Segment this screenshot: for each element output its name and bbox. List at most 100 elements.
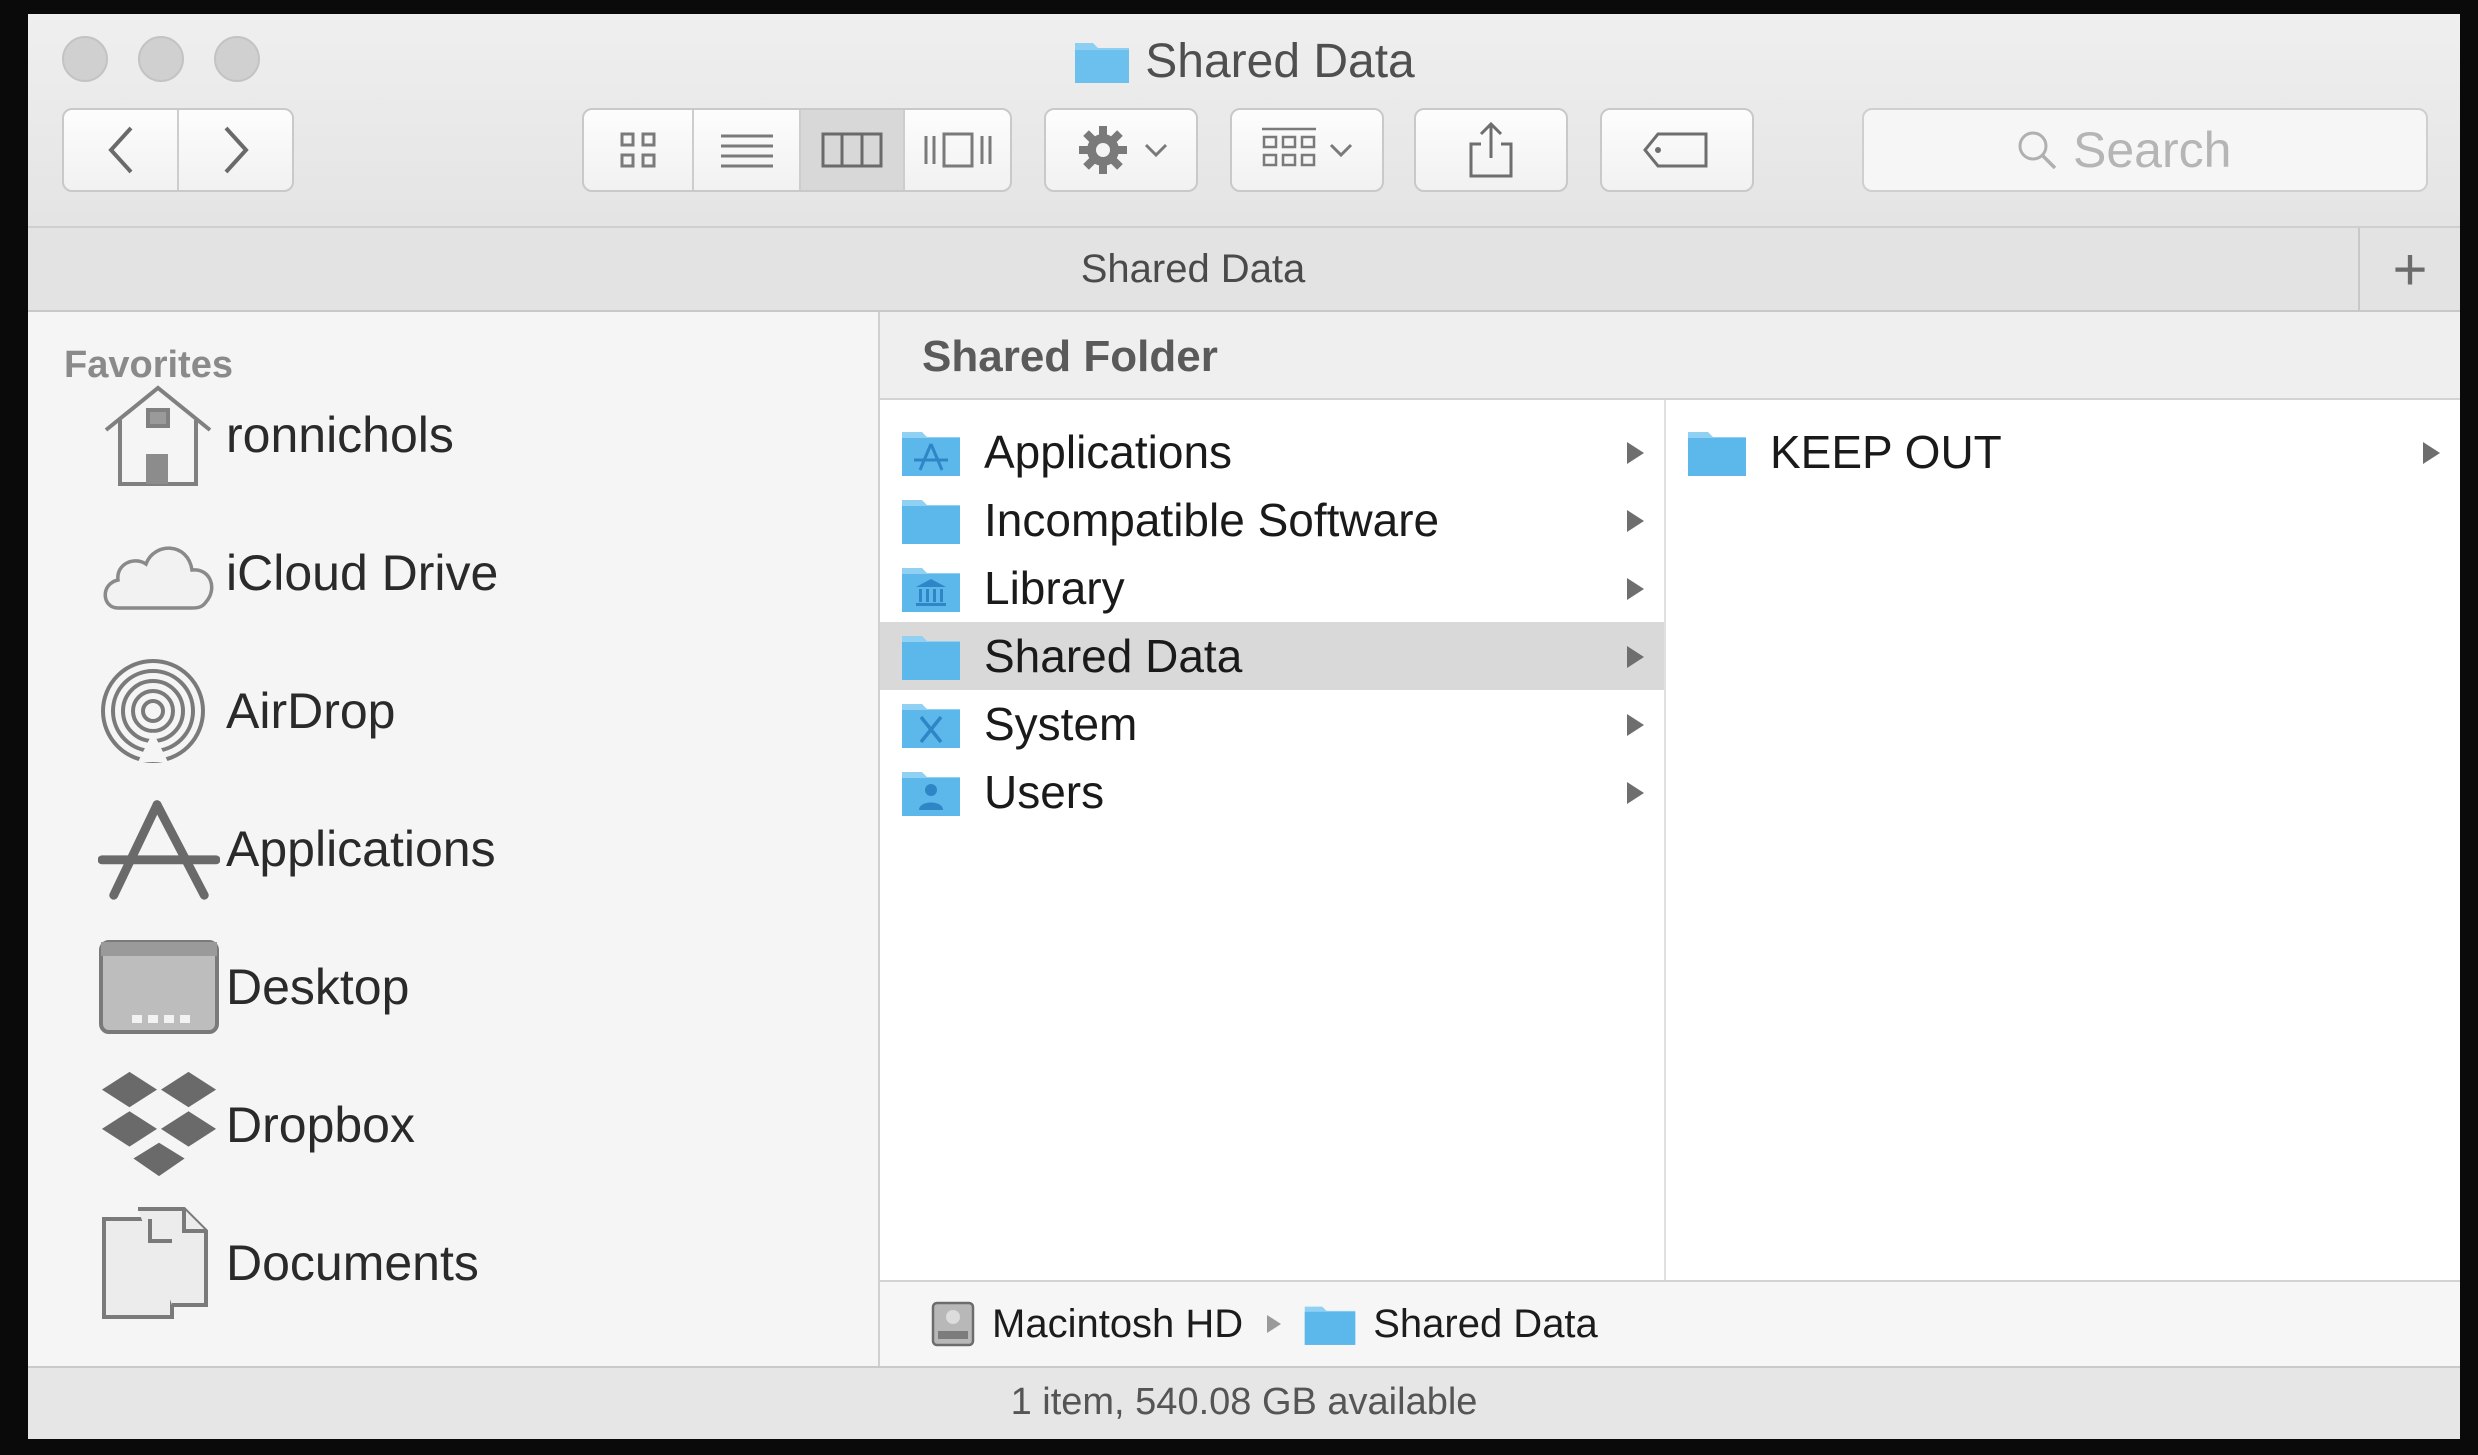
sidebar: Favorites ronnichols iCloud Drive AirDro… <box>28 312 880 1366</box>
library-folder-icon <box>902 568 960 612</box>
tag-button[interactable] <box>1600 108 1754 192</box>
gear-icon <box>1079 126 1127 174</box>
airdrop-icon <box>101 659 205 763</box>
tag-button-face <box>1602 110 1752 190</box>
system-folder-icon <box>902 704 960 748</box>
sidebar-item-label: iCloud Drive <box>226 545 499 601</box>
list-item-label: System <box>984 698 1138 750</box>
share-button-face <box>1416 110 1566 190</box>
folder-header-title: Shared Folder <box>922 332 1218 381</box>
search-icon <box>2018 131 2057 170</box>
arrange-button-face <box>1232 110 1382 190</box>
home-icon <box>104 385 212 486</box>
list-item[interactable]: Library <box>880 554 1664 622</box>
cover-flow-view-button[interactable] <box>905 110 1010 190</box>
list-item[interactable]: Shared Data <box>880 622 1664 690</box>
sidebar-item-dropbox[interactable]: Dropbox <box>98 1070 415 1180</box>
finder-window: Shared Data Search Shared Data + Favorit… <box>28 14 2460 1439</box>
nav-buttons <box>62 108 294 192</box>
list-view-button[interactable] <box>694 110 801 190</box>
sidebar-item-label: Applications <box>226 821 496 877</box>
users-folder-icon <box>902 772 960 816</box>
arrange-grid-icon <box>1262 127 1316 167</box>
disclosure-arrow-icon <box>1627 646 1644 668</box>
breadcrumb-macintosh-hd[interactable]: Macintosh HD <box>930 1299 1243 1349</box>
cloud-icon <box>103 546 214 610</box>
chevron-down-icon <box>1144 143 1168 158</box>
breadcrumb-label: Shared Data <box>1373 1301 1598 1346</box>
sidebar-item-label: Desktop <box>226 959 410 1015</box>
list-item-label: Users <box>984 766 1105 818</box>
disclosure-arrow-icon <box>1627 510 1644 532</box>
share-button[interactable] <box>1414 108 1568 192</box>
sidebar-item-desktop[interactable]: Desktop <box>98 932 409 1042</box>
list-item-label: Incompatible Software <box>984 494 1440 546</box>
sidebar-item-label: Dropbox <box>226 1097 415 1153</box>
sidebar-item-airdrop[interactable]: AirDrop <box>98 656 395 766</box>
window-title: Shared Data <box>28 32 2460 92</box>
icon-view-button[interactable] <box>584 110 695 190</box>
applications-folder-icon <box>902 432 960 476</box>
list-item-label: Shared Data <box>984 630 1243 682</box>
list-view-icon <box>720 134 773 168</box>
status-bar: 1 item, 540.08 GB available <box>28 1366 2460 1439</box>
disclosure-arrow-icon <box>2423 442 2440 464</box>
applications-icon <box>98 800 220 900</box>
sidebar-item-label: Documents <box>226 1235 479 1291</box>
folder-icon <box>902 636 960 680</box>
dropbox-icon <box>101 1071 217 1177</box>
hard-drive-icon <box>931 1301 975 1347</box>
list-item[interactable]: System <box>880 690 1664 758</box>
toolbar: Shared Data <box>28 14 2460 226</box>
sidebar-item-icloud-drive[interactable]: iCloud Drive <box>98 518 498 628</box>
sidebar-item-documents[interactable]: Documents <box>98 1207 479 1319</box>
list-item-label: KEEP OUT <box>1770 426 2002 478</box>
sidebar-item-label: ronnichols <box>226 407 454 463</box>
browser-column-1: Applications Incompatible Software Libra… <box>880 400 1666 1280</box>
folder-icon <box>1075 43 1130 83</box>
folder-icon <box>1304 1306 1356 1345</box>
breadcrumb-label: Macintosh HD <box>992 1301 1244 1346</box>
new-tab-button[interactable]: + <box>2358 228 2460 310</box>
breadcrumb-separator-icon <box>1267 1315 1282 1333</box>
list-item[interactable]: Incompatible Software <box>880 486 1664 554</box>
cover-flow-icon <box>924 132 992 168</box>
column-view-icon <box>821 132 883 168</box>
folder-icon <box>902 500 960 544</box>
search-input[interactable] <box>2071 120 2275 180</box>
share-icon <box>1469 121 1513 178</box>
arrange-button[interactable] <box>1230 108 1384 192</box>
status-text: 1 item, 540.08 GB available <box>1010 1381 1478 1423</box>
sidebar-item-label: AirDrop <box>226 683 396 739</box>
view-mode-control <box>582 108 1012 192</box>
back-button[interactable] <box>64 110 179 190</box>
tag-icon <box>1643 132 1708 168</box>
tab-bar: Shared Data + <box>28 226 2460 312</box>
disclosure-arrow-icon <box>1627 782 1644 804</box>
content-area: Shared Folder Applications Incompatible … <box>880 312 2460 1366</box>
chevron-left-icon <box>107 126 132 174</box>
breadcrumb-shared-data[interactable]: Shared Data <box>1303 1301 1598 1347</box>
list-item-label: Library <box>984 562 1125 614</box>
disclosure-arrow-icon <box>1627 578 1644 600</box>
folder-icon <box>1688 432 1746 476</box>
forward-button[interactable] <box>179 110 292 190</box>
path-bar: Macintosh HD Shared Data <box>880 1280 2460 1366</box>
disclosure-arrow-icon <box>1627 714 1644 736</box>
window-title-text: Shared Data <box>1145 35 1415 88</box>
column-view-button[interactable] <box>800 110 906 190</box>
desktop-icon <box>99 940 219 1034</box>
disclosure-arrow-icon <box>1627 442 1644 464</box>
tab-shared-data[interactable]: Shared Data <box>28 228 2358 310</box>
action-button-face <box>1046 110 1196 190</box>
list-item[interactable]: Users <box>880 758 1664 826</box>
action-button[interactable] <box>1044 108 1198 192</box>
list-item[interactable]: KEEP OUT <box>1666 418 2460 486</box>
sidebar-item-home[interactable]: ronnichols <box>98 380 454 490</box>
list-item[interactable]: Applications <box>880 418 1664 486</box>
sidebar-item-applications[interactable]: Applications <box>98 794 496 904</box>
browser-column-2: KEEP OUT <box>1666 400 2460 1280</box>
chevron-down-icon <box>1329 143 1353 158</box>
chevron-right-icon <box>224 126 249 174</box>
search-field[interactable] <box>1862 108 2428 192</box>
